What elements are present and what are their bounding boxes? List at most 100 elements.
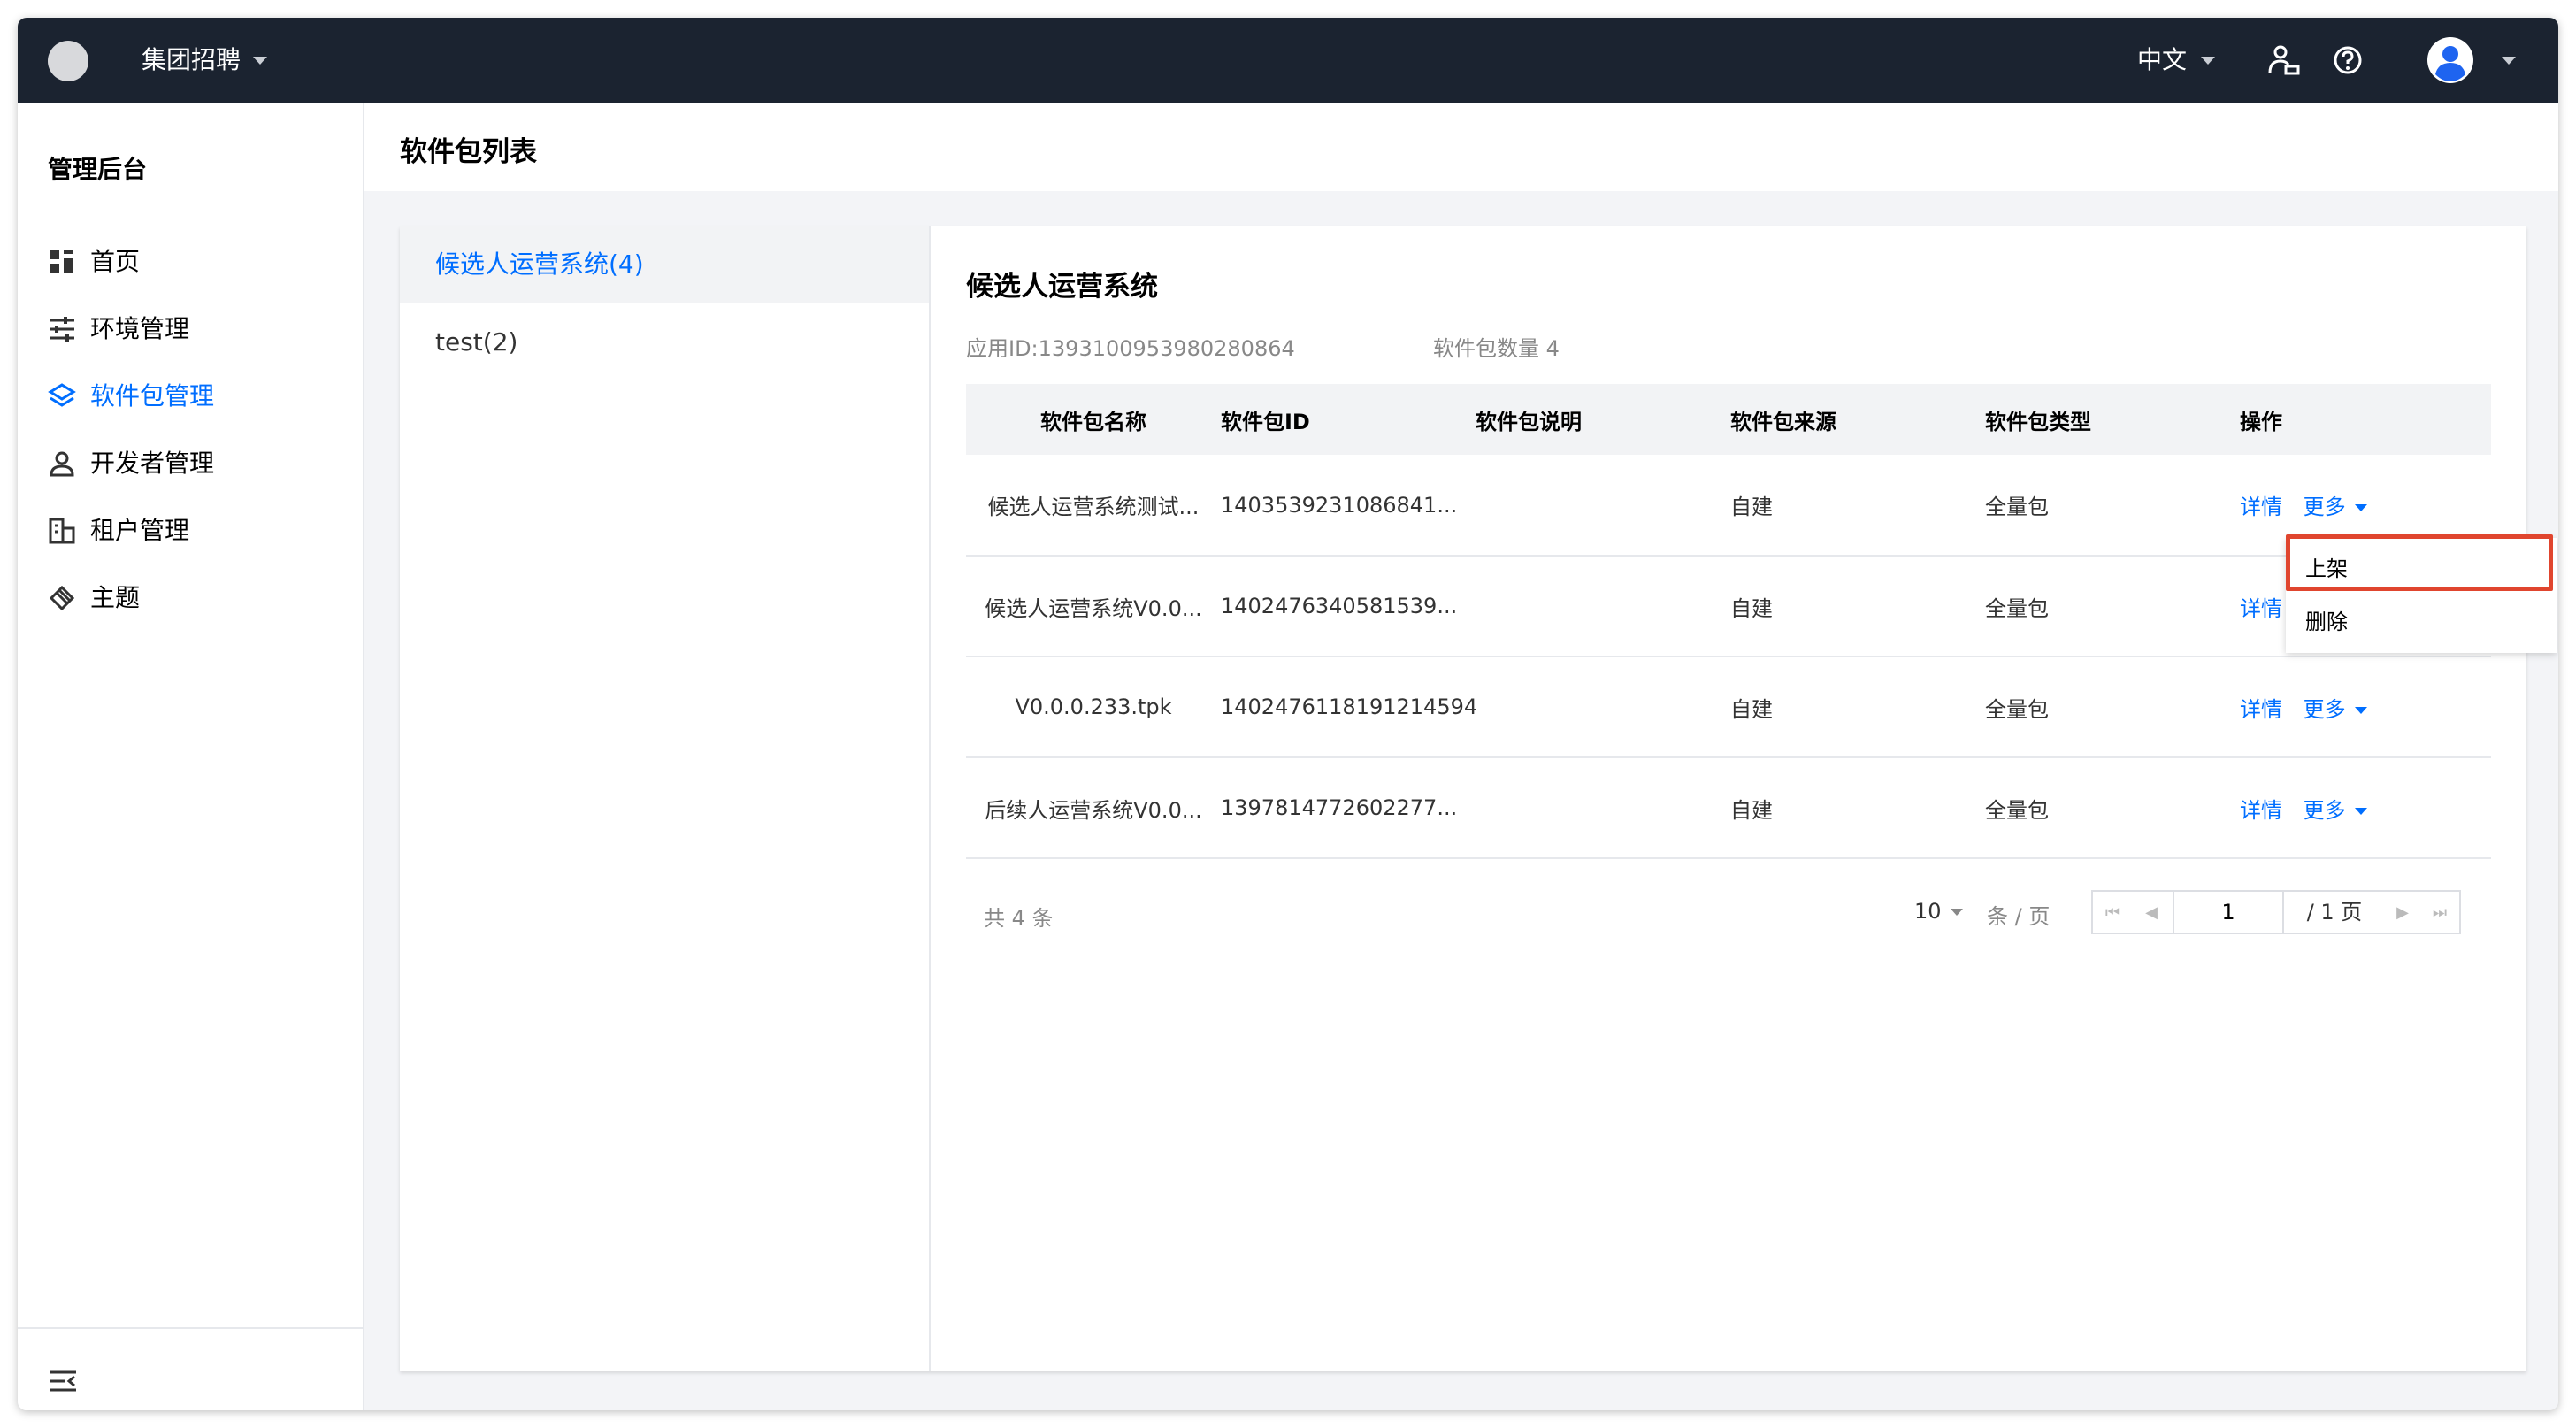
sidebar-item-home[interactable]: 首页 [18,235,363,288]
menu-item-delete[interactable]: 删除 [2286,596,2557,648]
row-actions: 详情 更多 [2240,757,2491,859]
package-id: 1403539231086841... [1221,455,1476,557]
package-detail: 候选人运营系统 应用ID:1393100953980280864 软件包数量 4… [931,226,2526,1371]
detail-link[interactable]: 详情 [2240,596,2282,621]
sidebar-item-tenants[interactable]: 租户管理 [18,504,363,557]
sidebar-title: 管理后台 [48,155,148,184]
table-row: V0.0.0.233.tpk 1402476118191214594 自建 全量… [966,656,2491,758]
more-button[interactable]: 更多 [2304,495,2346,519]
column-header: 软件包来源 [1730,384,1985,455]
brand-selector[interactable]: 集团招聘 [142,42,241,78]
person-icon [50,451,74,477]
column-header: 操作 [2240,384,2491,455]
top-bar: 集团招聘 中文 [18,18,2558,103]
package-id: 1402476340581539... [1221,556,1476,657]
highlight-box [2286,534,2553,591]
detail-link[interactable]: 详情 [2240,798,2282,823]
sidebar-item-packages[interactable]: 软件包管理 [18,370,363,423]
column-header: 软件包说明 [1476,384,1730,455]
help-icon[interactable] [2328,41,2367,80]
package-count: 软件包数量 4 [1433,336,1560,361]
sidebar-item-label: 租户管理 [90,516,190,545]
prev-page-icon[interactable]: ◀ [2132,892,2171,933]
package-name: 候选人运营系统V0.0... [966,556,1221,657]
package-name: 后续人运营系统V0.0... [966,757,1221,859]
sidebar: 管理后台 首页 环境管理 软件包管理 开发者管理 租户管理 主题 [18,103,364,1410]
sidebar-item-label: 环境管理 [90,314,190,343]
column-header: 软件包类型 [1985,384,2240,455]
page-number-input[interactable]: 1 [2173,892,2284,933]
avatar-icon[interactable] [2426,35,2475,85]
sidebar-item-developers[interactable]: 开发者管理 [18,437,363,490]
sidebar-item-theme[interactable]: 主题 [18,572,363,625]
more-button[interactable]: 更多 [2304,798,2346,823]
chevron-down-icon[interactable] [2201,57,2215,65]
first-page-icon[interactable]: ⏮ [2093,892,2132,933]
package-type: 全量包 [1985,656,2240,758]
app-list-item[interactable]: test(2) [400,304,929,380]
package-desc [1476,757,1730,859]
last-page-icon[interactable]: ⏭ [2420,892,2459,933]
package-source: 自建 [1730,455,1985,557]
column-header: 软件包ID [1221,384,1476,455]
sidebar-divider [18,1327,363,1329]
sidebar-item-label: 开发者管理 [90,449,215,478]
page-title: 软件包列表 [400,136,537,168]
sidebar-item-label: 首页 [90,247,141,276]
package-type: 全量包 [1985,455,2240,557]
total-pages: / 1 页 [2306,900,2363,925]
package-source: 自建 [1730,757,1985,859]
app-list: 候选人运营系统(4) test(2) [400,226,931,1371]
table-header-row: 软件包名称 软件包ID 软件包说明 软件包来源 软件包类型 操作 [966,384,2491,455]
package-name: 候选人运营系统测试... [966,455,1221,557]
logo[interactable] [48,41,88,81]
package-name: V0.0.0.233.tpk [966,656,1221,758]
sidebar-item-environment[interactable]: 环境管理 [18,303,363,356]
language-selector[interactable]: 中文 [2137,42,2187,78]
page-size-select[interactable]: 10 [1914,899,1963,924]
total-count: 共 4 条 [984,906,1054,931]
app-id: 应用ID:1393100953980280864 [966,336,1295,361]
chevron-down-icon[interactable] [2502,57,2516,65]
detail-title: 候选人运营系统 [966,271,1158,303]
collapse-menu-icon[interactable] [48,1366,78,1396]
package-table: 软件包名称 软件包ID 软件包说明 软件包来源 软件包类型 操作 候选人运营系统… [966,384,2491,859]
column-header: 软件包名称 [966,384,1221,455]
content-card: 候选人运营系统(4) test(2) 候选人运营系统 应用ID:13931009… [400,226,2526,1371]
sidebar-item-label: 软件包管理 [90,381,215,411]
theme-icon [49,585,75,611]
chevron-down-icon[interactable] [2354,706,2367,714]
package-id: 1397814772602277... [1221,757,1476,859]
app-window: 集团招聘 中文 管理后台 首页 环境管理 软件包管理 开发者管理 租户管理 主题… [18,18,2558,1410]
chevron-down-icon[interactable] [2354,807,2367,815]
page-size-value: 10 [1914,899,1942,924]
table-row: 后续人运营系统V0.0... 1397814772602277... 自建 全量… [966,757,2491,859]
package-source: 自建 [1730,656,1985,758]
detail-link[interactable]: 详情 [2240,495,2282,519]
grid-icon [50,250,73,273]
chevron-down-icon[interactable] [253,57,267,65]
table-row: 候选人运营系统V0.0... 1402476340581539... 自建 全量… [966,556,2491,657]
package-desc [1476,455,1730,557]
building-icon [49,518,75,544]
table-row: 候选人运营系统测试... 1403539231086841... 自建 全量包 … [966,455,2491,557]
next-page-icon[interactable]: ▶ [2383,892,2422,933]
chevron-down-icon[interactable] [1950,909,1963,916]
page-header: 软件包列表 [364,103,2558,191]
row-actions: 详情 更多 [2240,656,2491,758]
pager: ⏮ ◀ 1 / 1 页 ▶ ⏭ [2091,890,2461,934]
detail-link[interactable]: 详情 [2240,697,2282,722]
package-type: 全量包 [1985,556,2240,657]
package-desc [1476,556,1730,657]
per-page-label: 条 / 页 [1987,904,2051,929]
user-manage-icon[interactable] [2265,41,2304,80]
app-list-item[interactable]: 候选人运营系统(4) [400,226,929,303]
sidebar-item-label: 主题 [90,583,141,612]
layers-icon [48,383,76,407]
package-desc [1476,656,1730,758]
package-id: 1402476118191214594 [1221,656,1476,758]
chevron-down-icon[interactable] [2354,504,2367,511]
sliders-icon [50,317,74,342]
more-button[interactable]: 更多 [2304,697,2346,722]
package-type: 全量包 [1985,757,2240,859]
